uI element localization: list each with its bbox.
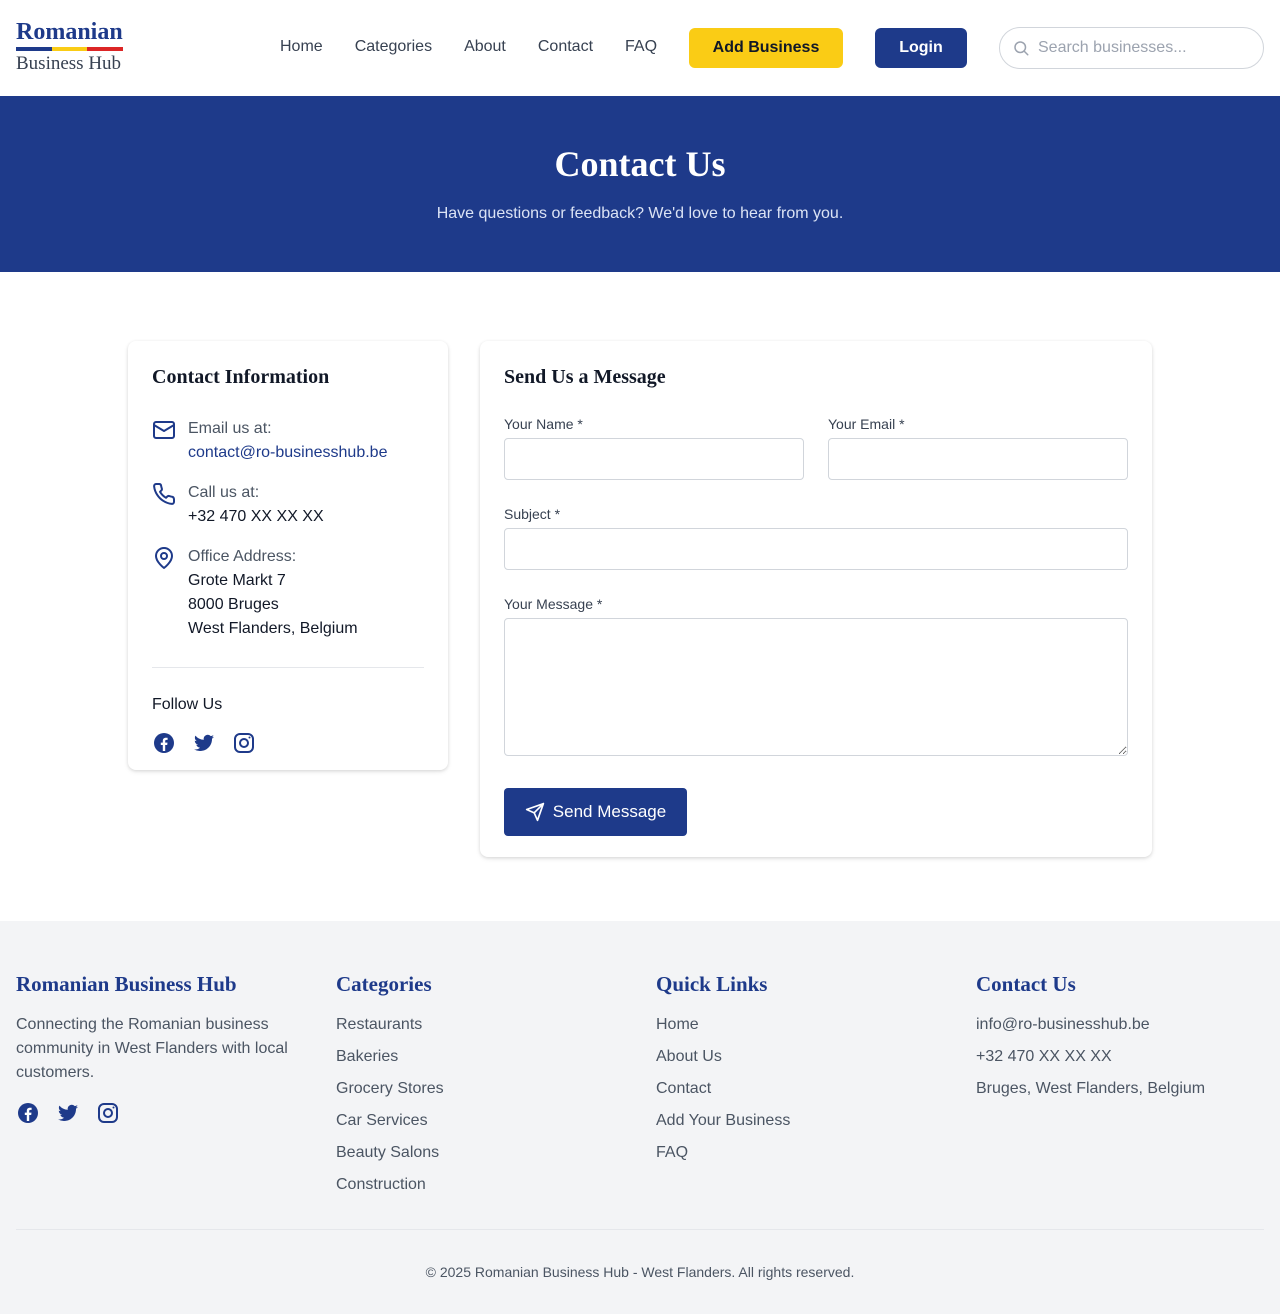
nav-about[interactable]: About [464,37,506,57]
footer-contact-location: Bruges, West Flanders, Belgium [976,1080,1206,1097]
send-icon [525,802,544,822]
address-line: West Flanders, Belgium [188,620,358,637]
phone-number: +32 470 XX XX XX [188,508,324,525]
footer-categories-title: Categories [336,972,432,996]
nav-faq[interactable]: FAQ [625,37,657,57]
twitter-icon[interactable] [192,731,216,755]
footer-category-link[interactable]: Bakeries [336,1045,444,1069]
twitter-icon[interactable] [56,1101,80,1125]
nav-categories[interactable]: Categories [355,37,432,57]
footer-category-link[interactable]: Construction [336,1173,444,1197]
instagram-icon[interactable] [96,1101,120,1125]
follow-us-label: Follow Us [152,696,223,713]
contact-info-card: Contact Information Email us at: contact… [128,341,448,770]
mail-icon [153,421,175,439]
hero-banner: Contact Us Have questions or feedback? W… [0,96,1280,272]
footer-contact: Contact Us info@ro-businesshub.be +32 47… [976,972,1205,1109]
footer-social-links [16,1101,306,1125]
search-icon [1014,41,1029,56]
nav-home[interactable]: Home [280,37,323,57]
phone-icon [153,482,176,505]
footer-about: Romanian Business Hub Connecting the Rom… [16,972,306,1125]
email-label-form: Your Email * [828,416,905,432]
footer-about-title: Romanian Business Hub [16,972,237,996]
subject-field[interactable] [504,528,1128,570]
divider [152,667,424,668]
name-field[interactable] [504,438,804,480]
phone-label: Call us at: [188,484,260,501]
message-textarea[interactable] [504,618,1128,756]
site-header: Romanian Business Hub Home Categories Ab… [0,0,1280,96]
email-info: Email us at: contact@ro-businesshub.be [152,417,424,465]
footer-category-link[interactable]: Beauty Salons [336,1141,444,1165]
footer-categories: Categories Restaurants Bakeries Grocery … [336,972,444,1205]
main-content: Contact Information Email us at: contact… [0,272,1280,921]
address-line: 8000 Bruges [188,596,279,613]
footer-quick-link[interactable]: FAQ [656,1141,790,1165]
send-message-label: Send Message [552,802,667,821]
footer-contact-title: Contact Us [976,972,1076,996]
page-title: Contact Us [554,144,726,184]
footer-category-link[interactable]: Grocery Stores [336,1077,444,1101]
footer-quick-link[interactable]: Contact [656,1077,790,1101]
logo-flag-stripe [16,47,124,51]
subject-label: Subject * [504,506,561,522]
email-label: Email us at: [188,420,272,437]
message-label: Your Message * [504,596,603,612]
facebook-icon[interactable] [16,1101,40,1125]
logo-subtitle: Business Hub [16,53,122,74]
address-line: Grote Markt 7 [188,572,286,589]
social-links [152,731,424,755]
footer-quick-link[interactable]: Home [656,1013,790,1037]
copyright-text: © 2025 Romanian Business Hub - West Flan… [425,1264,855,1280]
footer-contact-email[interactable]: info@ro-businesshub.be [976,1013,1205,1037]
logo[interactable]: Romanian Business Hub [16,18,124,75]
contact-info-title: Contact Information [152,366,330,388]
footer-divider [16,1229,1264,1230]
map-pin-icon [155,547,173,569]
footer-quick-link[interactable]: About Us [656,1045,790,1069]
footer-quick-links-title: Quick Links [656,972,768,996]
email-link[interactable]: contact@ro-businesshub.be [188,441,387,465]
message-form-card: Send Us a Message Your Name * Your Email… [480,341,1152,857]
address-info: Office Address: Grote Markt 7 8000 Bruge… [152,545,424,641]
footer-category-link[interactable]: Restaurants [336,1013,444,1037]
address-label: Office Address: [188,548,297,565]
email-field[interactable] [828,438,1128,480]
site-footer: Romanian Business Hub Connecting the Rom… [0,921,1280,1314]
footer-category-link[interactable]: Car Services [336,1109,444,1133]
footer-quick-links: Quick Links Home About Us Contact Add Yo… [656,972,790,1173]
footer-contact-phone: +32 470 XX XX XX [976,1048,1112,1065]
logo-title: Romanian [16,19,123,45]
form-title: Send Us a Message [504,366,666,388]
footer-quick-link[interactable]: Add Your Business [656,1109,790,1133]
search-input[interactable] [1038,39,1248,57]
page-subtitle: Have questions or feedback? We'd love to… [436,205,844,222]
send-message-button[interactable]: Send Message [504,788,687,836]
facebook-icon[interactable] [152,731,176,755]
main-nav: Home Categories About Contact FAQ [280,37,657,57]
name-label: Your Name * [504,416,583,432]
phone-info: Call us at: +32 470 XX XX XX [152,481,424,529]
instagram-icon[interactable] [232,731,256,755]
search-box [999,27,1264,69]
nav-contact[interactable]: Contact [538,37,593,57]
add-business-button[interactable]: Add Business [689,28,843,68]
login-button[interactable]: Login [875,28,967,68]
footer-about-desc: Connecting the Romanian business communi… [16,1016,288,1081]
